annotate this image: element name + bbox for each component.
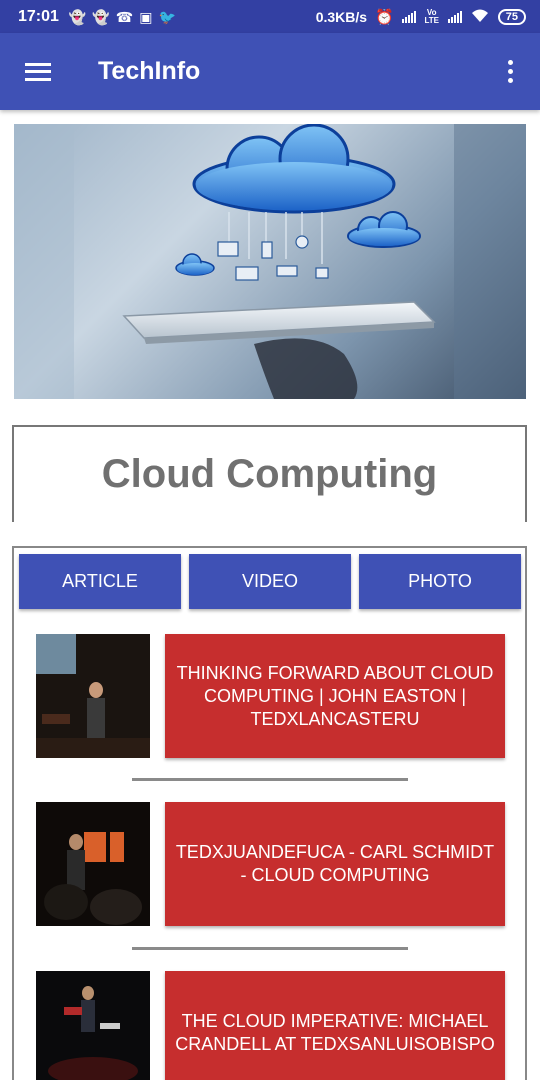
twitter-icon: 🐦 [158, 8, 176, 25]
status-time: 17:01 [18, 7, 59, 25]
page-title: Cloud Computing [101, 452, 438, 496]
net-speed: 0.3KB/s [315, 8, 368, 25]
divider [132, 947, 408, 950]
video-title-card[interactable]: THE CLOUD IMPERATIVE: MICHAEL CRANDELL A… [165, 971, 505, 1080]
notification-icons: 👻 👻 ☎ ▣ 🐦 [69, 10, 176, 24]
cloud-small-icon [347, 211, 421, 248]
video-thumbnail[interactable] [36, 634, 150, 758]
topic-title-card: Cloud Computing [12, 425, 527, 522]
overflow-dot [507, 69, 513, 74]
signal-icon-2 [447, 10, 462, 23]
battery-icon: 75 [497, 8, 526, 25]
menu-button[interactable] [0, 33, 76, 110]
app-bar: TechInfo [0, 33, 540, 110]
whatsapp-icon: ☎ [115, 8, 134, 25]
divider [132, 778, 408, 781]
overflow-dot [507, 78, 513, 83]
video-title-card[interactable]: THINKING FORWARD ABOUT CLOUD COMPUTING |… [165, 634, 505, 758]
wifi-icon [470, 8, 490, 26]
tab-article[interactable]: ARTICLE [19, 554, 181, 609]
overflow-dot [507, 60, 513, 65]
tab-bar: ARTICLE VIDEO PHOTO [19, 554, 521, 609]
app-title: TechInfo [98, 57, 201, 85]
hero-image [14, 124, 526, 399]
signal-icon [401, 10, 416, 23]
volte-label: Vo LTE [424, 7, 439, 25]
tab-photo[interactable]: PHOTO [359, 554, 521, 609]
tab-video[interactable]: VIDEO [189, 554, 351, 609]
video-thumbnail[interactable] [36, 971, 150, 1080]
app-icon: ▣ [139, 8, 153, 25]
snapchat-icon: 👻 [92, 8, 110, 25]
video-list-item[interactable]: THINKING FORWARD ABOUT CLOUD COMPUTING |… [36, 634, 505, 758]
snapchat-icon: 👻 [68, 8, 87, 25]
video-list-item[interactable]: TEDXJUANDEFUCA - CARL SCHMIDT - CLOUD CO… [36, 802, 505, 926]
content-panel: ARTICLE VIDEO PHOTO THINKING FORWARD ABO… [12, 546, 527, 1080]
video-thumbnail[interactable] [36, 802, 150, 926]
status-bar: 17:01 👻 👻 ☎ ▣ 🐦 0.3KB/s ⏰ Vo LTE 75 [0, 0, 540, 33]
video-title-card[interactable]: TEDXJUANDEFUCA - CARL SCHMIDT - CLOUD CO… [165, 802, 505, 926]
alarm-icon: ⏰ [375, 8, 394, 26]
cloud-icon [192, 124, 396, 214]
video-list-item[interactable]: THE CLOUD IMPERATIVE: MICHAEL CRANDELL A… [36, 971, 505, 1080]
overflow-menu-button[interactable] [480, 33, 540, 110]
hamburger-icon [25, 62, 51, 81]
